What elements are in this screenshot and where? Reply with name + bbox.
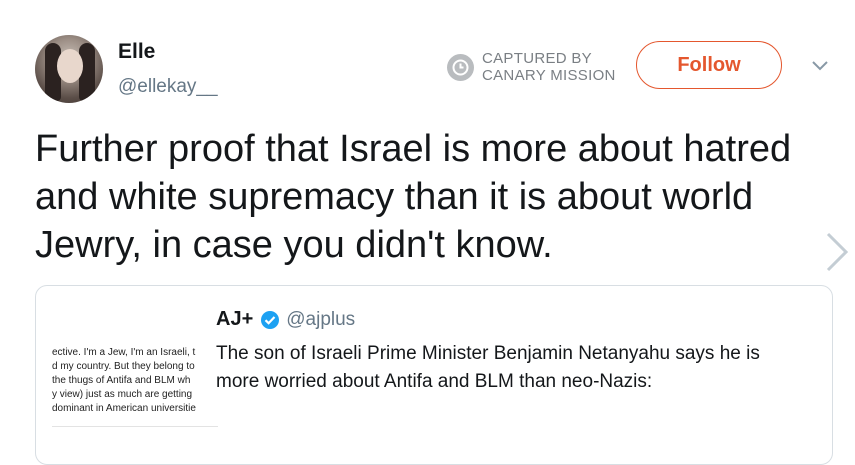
author-handle[interactable]: @ellekay__: [118, 76, 218, 98]
quoted-author-handle[interactable]: @ajplus: [286, 309, 355, 331]
verified-badge-icon: [261, 310, 280, 329]
media-text-line: the thugs of Antifa and BLM wh: [52, 375, 191, 386]
quoted-tweet-text: The son of Israeli Prime Minister Benjam…: [216, 343, 760, 392]
canary-watermark: CAPTURED BY CANARY MISSION: [447, 50, 616, 84]
quoted-author[interactable]: AJ+ @ajplus: [216, 308, 355, 331]
clock-icon: [447, 53, 474, 81]
quoted-tweet[interactable]: ective. I'm a Jew, I'm an Israeli, t d m…: [35, 285, 833, 465]
quoted-media-thumbnail[interactable]: ective. I'm a Jew, I'm an Israeli, t d m…: [52, 346, 218, 436]
media-text-line: y view) just as much are getting: [52, 389, 193, 400]
media-text-line: d my country. But they belong to: [52, 361, 195, 372]
follow-button[interactable]: Follow: [636, 41, 782, 89]
tweet-text: Further proof that Israel is more about …: [35, 128, 792, 266]
media-text-line: dominant in American universitie: [52, 403, 196, 414]
author-name[interactable]: Elle: [118, 40, 155, 64]
watermark-line-1: CAPTURED BY: [482, 50, 592, 67]
media-text-line: ective. I'm a Jew, I'm an Israeli, t: [52, 347, 196, 358]
media-divider: [52, 426, 218, 427]
quoted-author-name[interactable]: AJ+: [216, 308, 253, 331]
avatar[interactable]: [35, 35, 103, 103]
chevron-right-icon[interactable]: [822, 228, 852, 276]
watermark-line-2: CANARY MISSION: [482, 67, 616, 84]
chevron-down-icon[interactable]: [810, 59, 830, 73]
